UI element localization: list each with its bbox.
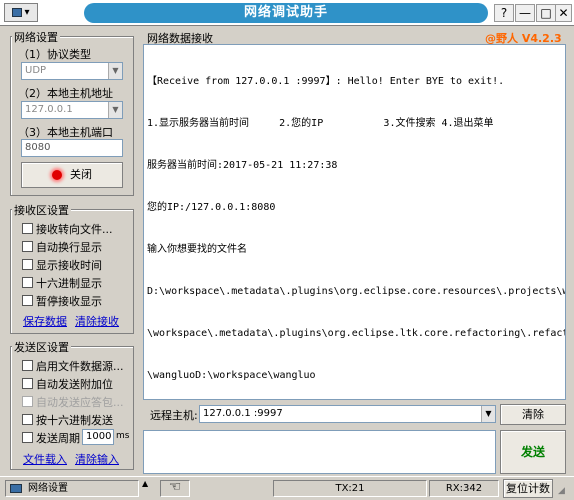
- recv-option-4[interactable]: 暂停接收显示: [36, 293, 102, 309]
- remote-host-label: 远程主机:: [150, 409, 198, 422]
- port-label: （3）本地主机端口: [18, 126, 113, 139]
- remote-host-value: 127.0.0.1 :9997: [203, 408, 283, 419]
- checkbox[interactable]: [22, 223, 33, 234]
- host-value: 127.0.0.1: [25, 104, 73, 115]
- minimize-button[interactable]: —: [515, 4, 535, 22]
- host-label: （2）本地主机地址: [18, 87, 113, 100]
- receive-settings-title: 接收区设置: [12, 202, 71, 218]
- send-option-2: 自动发送应答包...: [36, 396, 124, 409]
- tx-counter: TX:21: [273, 480, 427, 497]
- help-icon: ?: [500, 6, 508, 20]
- file-load-link[interactable]: 文件载入: [23, 451, 67, 467]
- protocol-value: UDP: [25, 65, 47, 76]
- status-light-icon: [52, 170, 62, 180]
- checkbox[interactable]: [22, 414, 33, 425]
- log-line: \workspace\.metadata\.plugins\org.eclips…: [147, 328, 566, 339]
- protocol-select[interactable]: UDP ▼: [21, 62, 123, 80]
- chevron-down-icon: ▼: [108, 102, 122, 118]
- close-button[interactable]: ✕: [555, 4, 572, 22]
- hand-pointer-icon: ☜: [160, 480, 190, 497]
- title-bar: ▾ 网络调试助手 ? — □ ✕: [0, 0, 574, 26]
- remote-host-select[interactable]: 127.0.0.1 :9997 ▼: [199, 405, 496, 423]
- recv-option-2[interactable]: 显示接收时间: [36, 257, 102, 273]
- network-settings-title: 网络设置: [12, 29, 60, 45]
- host-select[interactable]: 127.0.0.1 ▼: [21, 101, 123, 119]
- checkbox[interactable]: [22, 378, 33, 389]
- checkbox[interactable]: [22, 432, 33, 443]
- send-period-input[interactable]: 1000: [82, 429, 114, 445]
- log-line: 服务器当前时间:2017-05-21 11:27:38: [147, 160, 338, 171]
- clear-receive-link[interactable]: 清除接收: [75, 313, 119, 329]
- close-icon: ✕: [558, 6, 569, 20]
- checkbox[interactable]: [22, 277, 33, 288]
- recv-option-1[interactable]: 自动换行显示: [36, 239, 102, 255]
- checkbox[interactable]: [22, 360, 33, 371]
- network-icon: [10, 483, 22, 493]
- send-option-3[interactable]: 按十六进制发送: [36, 412, 113, 428]
- clear-input-link[interactable]: 清除输入: [75, 451, 119, 467]
- arrow-up-icon: ▲: [142, 479, 149, 488]
- chevron-down-icon: ▼: [481, 406, 495, 422]
- recv-option-0[interactable]: 接收转向文件...: [36, 221, 113, 237]
- chevron-down-icon: ▼: [108, 63, 122, 79]
- status-net-label: 网络设置: [28, 483, 68, 494]
- reset-count-button[interactable]: 复位计数: [503, 479, 553, 498]
- rx-counter: RX:342: [429, 480, 499, 497]
- protocol-label: （1）协议类型: [18, 48, 91, 61]
- window-title: 网络调试助手: [84, 3, 488, 23]
- checkbox[interactable]: [22, 295, 33, 306]
- close-connection-label: 关闭: [70, 168, 92, 181]
- log-line: 您的IP:/127.0.0.1:8080: [147, 202, 276, 213]
- resize-grip-icon[interactable]: ◢: [558, 485, 570, 497]
- log-line: 【Receive from 127.0.0.1 :9997】: Hello! E…: [147, 76, 505, 87]
- help-button[interactable]: ?: [494, 4, 514, 22]
- maximize-button[interactable]: □: [536, 4, 556, 22]
- recv-option-3[interactable]: 十六进制显示: [36, 275, 102, 291]
- checkbox[interactable]: [22, 259, 33, 270]
- send-option-4[interactable]: 发送周期: [36, 430, 80, 446]
- receive-log[interactable]: 【Receive from 127.0.0.1 :9997】: Hello! E…: [143, 44, 566, 400]
- port-input[interactable]: 8080: [21, 139, 123, 157]
- send-button[interactable]: 发送: [500, 430, 566, 474]
- checkbox[interactable]: [22, 241, 33, 252]
- clear-button[interactable]: 清除: [500, 404, 566, 425]
- send-option-0[interactable]: 启用文件数据源...: [36, 358, 124, 374]
- log-line: \wangluoD:\workspace\wangluo: [147, 370, 316, 381]
- send-option-1[interactable]: 自动发送附加位: [36, 376, 113, 392]
- chevron-down-icon: ▾: [24, 7, 30, 18]
- send-input[interactable]: [143, 430, 496, 474]
- log-line: 输入你想要找的文件名: [147, 244, 247, 255]
- send-settings-title: 发送区设置: [12, 339, 71, 355]
- checkbox-disabled: [22, 396, 33, 407]
- maximize-icon: □: [540, 6, 552, 20]
- status-bar: ▲ 网络设置 ☜ TX:21 RX:342 复位计数 ◢: [0, 476, 574, 500]
- save-data-link[interactable]: 保存数据: [23, 313, 67, 329]
- close-connection-button[interactable]: 关闭: [21, 162, 123, 188]
- log-line: D:\workspace\.metadata\.plugins\org.ecli…: [147, 286, 565, 297]
- period-unit: ms: [116, 431, 130, 441]
- minimize-icon: —: [519, 6, 531, 20]
- app-icon: [12, 7, 23, 17]
- log-line: 1.显示服务器当前时间 2.您的IP 3.文件搜索 4.退出菜单: [147, 118, 494, 129]
- status-net-section: 网络设置: [5, 480, 139, 497]
- system-menu-button[interactable]: ▾: [4, 3, 38, 22]
